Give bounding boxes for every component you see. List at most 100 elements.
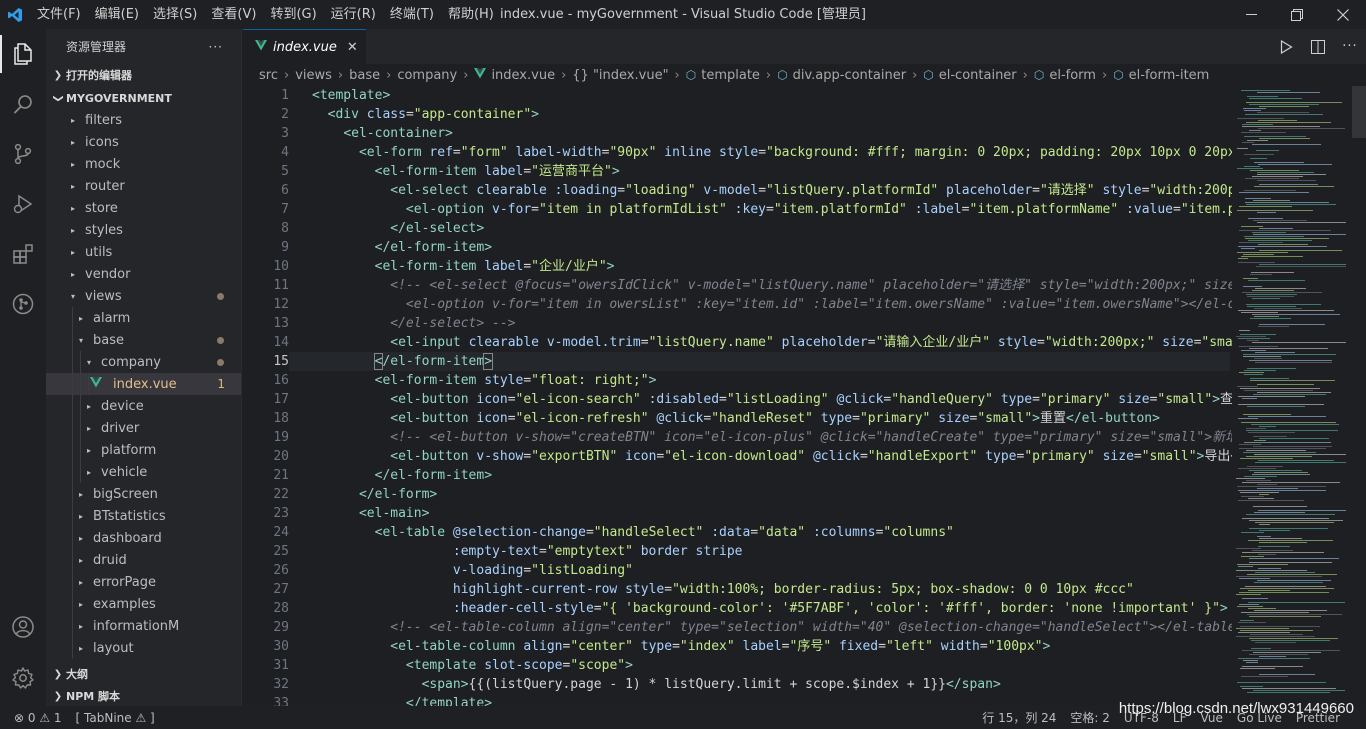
minimap-line (1254, 162, 1304, 163)
breadcrumb-item[interactable]: company (397, 68, 457, 83)
tree-item-label: vendor (85, 266, 131, 282)
tree-item[interactable]: ▸ device (46, 395, 241, 417)
breadcrumb-item[interactable]: src (259, 68, 278, 83)
run-debug-icon[interactable] (0, 179, 46, 229)
menu-view[interactable]: 查看(V) (204, 0, 263, 29)
tree-item[interactable]: ▾ base (46, 329, 241, 351)
explorer-icon[interactable] (0, 29, 46, 79)
minimap[interactable] (1230, 86, 1352, 706)
git-history-icon[interactable] (0, 279, 46, 329)
split-editor-icon[interactable] (1302, 29, 1334, 64)
tree-item[interactable]: ▸ filters (46, 109, 241, 131)
menu-file[interactable]: 文件(F) (30, 0, 88, 29)
tree-item[interactable]: ▸ icons (46, 131, 241, 153)
tree-item[interactable]: ▸ store (46, 197, 241, 219)
minimap-line (1255, 288, 1306, 289)
tree-item[interactable]: ▸ alarm (46, 307, 241, 329)
tree-item[interactable]: ▸ styles (46, 219, 241, 241)
go-live-button[interactable]: Go Live (1237, 711, 1282, 725)
menu-edit[interactable]: 编辑(E) (88, 0, 146, 29)
more-actions-icon[interactable]: ··· (1334, 29, 1366, 64)
minimap-line (1259, 524, 1270, 525)
editor-tab-bar: index.vue ✕ ··· (243, 29, 1366, 64)
tree-item[interactable]: ▸ vendor (46, 263, 241, 285)
breadcrumb-item[interactable]: div.app-container (793, 68, 906, 83)
modified-dot-icon (217, 337, 224, 344)
end-of-line[interactable]: LF (1173, 711, 1187, 725)
scrollbar-thumb[interactable] (1352, 86, 1366, 138)
minimap-line (1242, 142, 1254, 143)
npm-scripts-section[interactable]: ❯ NPM 脚本 (46, 685, 241, 706)
account-icon[interactable] (0, 602, 46, 652)
problems-indicator[interactable]: ⊗ 0 ⚠ 1 (14, 711, 62, 725)
tree-item-label: layout (93, 640, 134, 656)
indentation[interactable]: 空格: 2 (1070, 709, 1110, 726)
cursor-position[interactable]: 行 15，列 24 (982, 709, 1056, 726)
tree-item[interactable]: index.vue 1 (46, 373, 241, 395)
run-code-icon[interactable] (1270, 29, 1302, 64)
vertical-scrollbar[interactable] (1352, 86, 1366, 706)
extensions-icon[interactable] (0, 229, 46, 279)
tree-item[interactable]: ▸ examples (46, 593, 241, 615)
breadcrumb-item[interactable]: {} "index.vue" (572, 68, 668, 83)
breadcrumb-item[interactable]: index.vue (491, 68, 555, 83)
breadcrumb-item[interactable]: template (701, 68, 760, 83)
menu-selection[interactable]: 选择(S) (146, 0, 204, 29)
tree-item[interactable]: ▸ druid (46, 549, 241, 571)
minimap-line (1257, 580, 1331, 581)
indent-guide (72, 439, 73, 461)
more-actions-icon[interactable]: ··· (209, 40, 223, 54)
prettier-status[interactable]: Prettier (1296, 711, 1340, 725)
menu-run[interactable]: 运行(R) (324, 0, 383, 29)
minimap-line (1252, 314, 1340, 315)
outline-section[interactable]: ❯ 大纲 (46, 663, 241, 685)
tree-item[interactable]: ▸ driver (46, 417, 241, 439)
minimap-line (1253, 652, 1321, 653)
tree-item[interactable]: ▸ mock (46, 153, 241, 175)
tree-item[interactable]: ▸ platform (46, 439, 241, 461)
minimap-line (1246, 294, 1297, 295)
restore-button[interactable] (1274, 0, 1320, 29)
menu-help[interactable]: 帮助(H) (441, 0, 501, 29)
minimap-line (1259, 530, 1290, 531)
tree-item[interactable]: ▸ dashboard (46, 527, 241, 549)
code-editor[interactable]: 1 2 3 4 5 6 7 8 9 10 11 12 13 14 15 16 17 18 19 20 21 22 23 24 2… (243, 86, 1366, 706)
breadcrumb-item[interactable]: base (349, 68, 380, 83)
minimap-line (1236, 478, 1265, 479)
code-content[interactable]: <template> <div class="app-container"> <… (312, 86, 1232, 706)
tree-item[interactable]: ▸ errorPage (46, 571, 241, 593)
tree-item[interactable]: ▸ bigScreen (46, 483, 241, 505)
open-editors-section[interactable]: ❯ 打开的编辑器 (46, 64, 241, 86)
menu-go[interactable]: 转到(G) (263, 0, 323, 29)
tree-item[interactable]: ▸ router (46, 175, 241, 197)
tree-item-label: mock (85, 156, 121, 172)
minimap-line (1241, 496, 1264, 497)
tree-item[interactable]: ▸ BTstatistics (46, 505, 241, 527)
close-tab-icon[interactable]: ✕ (347, 40, 358, 55)
minimize-button[interactable] (1228, 0, 1274, 29)
vue-file-icon (474, 68, 487, 82)
language-mode[interactable]: Vue (1201, 711, 1223, 725)
encoding[interactable]: UTF-8 (1124, 711, 1159, 725)
breadcrumb-item[interactable]: views (295, 68, 332, 83)
search-icon[interactable] (0, 79, 46, 129)
breadcrumb-item[interactable]: el-container (939, 68, 1017, 83)
tabnine-status[interactable]: [ TabNine ⚠ ] (76, 711, 155, 725)
tree-item[interactable]: ▸ informationM (46, 615, 241, 637)
tree-item-label: vehicle (101, 464, 148, 480)
tree-item[interactable]: ▾ views (46, 285, 241, 307)
source-control-icon[interactable] (0, 129, 46, 179)
tree-item[interactable]: ▸ utils (46, 241, 241, 263)
breadcrumb-item[interactable]: el-form (1049, 68, 1096, 83)
indent-guide (72, 505, 73, 527)
settings-gear-icon[interactable] (0, 653, 46, 703)
minimap-line (1244, 370, 1276, 371)
breadcrumb-item[interactable]: el-form-item (1129, 68, 1210, 83)
project-section[interactable]: ❯ MYGOVERNMENT (46, 87, 241, 109)
tab-index-vue[interactable]: index.vue ✕ (243, 29, 366, 64)
tree-item[interactable]: ▾ company (46, 351, 241, 373)
close-window-button[interactable] (1320, 0, 1366, 29)
menu-terminal[interactable]: 终端(T) (383, 0, 441, 29)
tree-item[interactable]: ▸ vehicle (46, 461, 241, 483)
tree-item[interactable]: ▸ layout (46, 637, 241, 659)
